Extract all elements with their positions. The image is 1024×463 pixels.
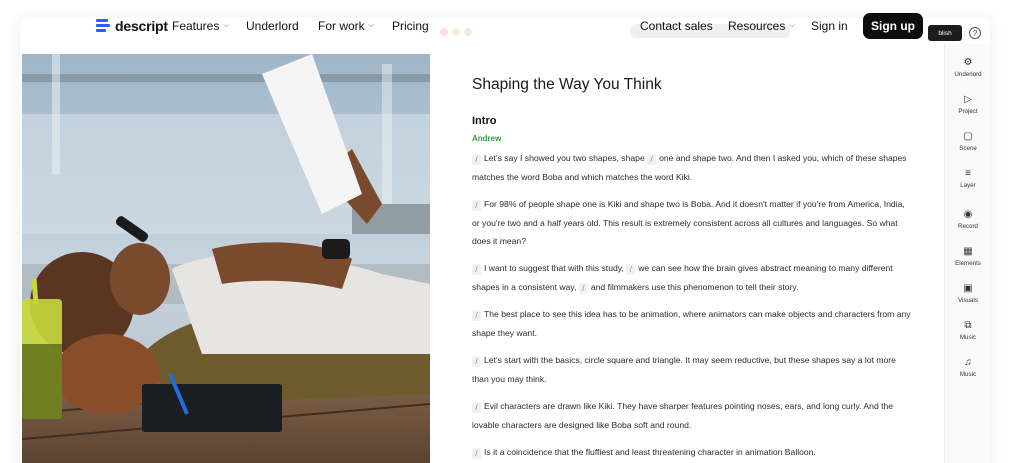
rail-item-project[interactable]: ▷ Project <box>945 94 991 116</box>
scene-marker-icon[interactable]: / <box>472 154 481 165</box>
transcript-paragraph[interactable]: / Let's start with the basics, circle squ… <box>472 351 912 388</box>
underlord-icon: ⚙ <box>963 57 973 68</box>
rail-item-underlord[interactable]: ⚙ Underlord <box>945 57 991 79</box>
record-icon: ◉ <box>963 209 973 220</box>
transcript-paragraph[interactable]: / I want to suggest that with this study,… <box>472 259 912 296</box>
transcript-paragraph[interactable]: / Let's say I showed you two shapes, shap… <box>472 149 912 186</box>
scene-marker-icon[interactable]: / <box>472 402 481 413</box>
scene-marker-icon[interactable]: / <box>472 264 481 275</box>
scene-icon: ▢ <box>963 131 973 142</box>
scene-marker-icon[interactable]: / <box>472 356 481 367</box>
rail-item-visuals[interactable]: ▣ Visuals <box>945 283 991 305</box>
transcript-paragraph[interactable]: / The best place to see this idea has to … <box>472 305 912 342</box>
rail-item-scene[interactable]: ▢ Scene <box>945 131 991 153</box>
top-nav: descript Features ⌵ Underlord For work ⌵ P… <box>0 0 1024 52</box>
transcript-paragraph[interactable]: / Is it a coincidence that the fluffiest … <box>472 443 912 462</box>
scene-marker-icon[interactable]: / <box>472 200 481 211</box>
music-note-icon: ♫ <box>964 357 972 368</box>
nav-features[interactable]: Features ⌵ <box>172 19 229 33</box>
scene-marker-icon[interactable]: / <box>578 282 588 294</box>
elements-icon: ▦ <box>963 246 973 257</box>
nav-underlord[interactable]: Underlord <box>246 19 299 33</box>
descript-logo-icon <box>96 18 110 35</box>
rail-item-layer[interactable]: ≡ Layer <box>945 168 991 190</box>
hero-photo <box>22 54 430 463</box>
scene-marker-icon[interactable]: / <box>472 310 481 321</box>
scene-marker-icon[interactable]: / <box>626 264 636 275</box>
chevron-down-icon: ⌵ <box>789 22 795 29</box>
chevron-down-icon: ⌵ <box>223 22 229 29</box>
nav-pricing[interactable]: Pricing <box>392 19 429 33</box>
logo-text: descript <box>115 18 168 34</box>
image-icon: ▣ <box>963 283 973 294</box>
tool-rail: ⚙ Underlord ▷ Project ▢ Scene ≡ Layer ◉ … <box>944 44 990 463</box>
rail-item-record[interactable]: ◉ Record <box>945 209 991 231</box>
nav-for-work[interactable]: For work ⌵ <box>318 19 374 33</box>
scene-marker-icon[interactable]: / <box>472 448 481 459</box>
transcript-editor: Shaping the Way You Think Intro Andrew /… <box>472 76 912 459</box>
section-title: Intro <box>472 115 497 127</box>
transcript-paragraph[interactable]: / Evil characters are drawn like Kiki. Th… <box>472 397 912 434</box>
scene-marker-icon[interactable]: / <box>647 154 657 165</box>
play-square-icon: ▷ <box>964 94 972 105</box>
nav-resources[interactable]: Resources ⌵ <box>728 19 795 33</box>
nav-sign-in[interactable]: Sign in <box>811 19 848 33</box>
media-icon: ⧉ <box>964 320 972 331</box>
rail-item-music[interactable]: ♫ Music <box>945 357 991 379</box>
speaker-label[interactable]: Andrew <box>472 134 501 143</box>
nav-contact-sales[interactable]: Contact sales <box>640 19 713 33</box>
rail-item-media[interactable]: ⧉ Music <box>945 320 991 342</box>
transcript-paragraph[interactable]: / For 98% of people shape one is Kiki and… <box>472 195 912 251</box>
chevron-down-icon: ⌵ <box>368 22 374 29</box>
sliders-icon: ≡ <box>965 168 971 179</box>
rail-item-elements[interactable]: ▦ Elements <box>945 246 991 268</box>
document-title[interactable]: Shaping the Way You Think <box>472 76 912 94</box>
descript-logo[interactable]: descript <box>96 16 168 36</box>
sign-up-button[interactable]: Sign up <box>863 13 923 39</box>
